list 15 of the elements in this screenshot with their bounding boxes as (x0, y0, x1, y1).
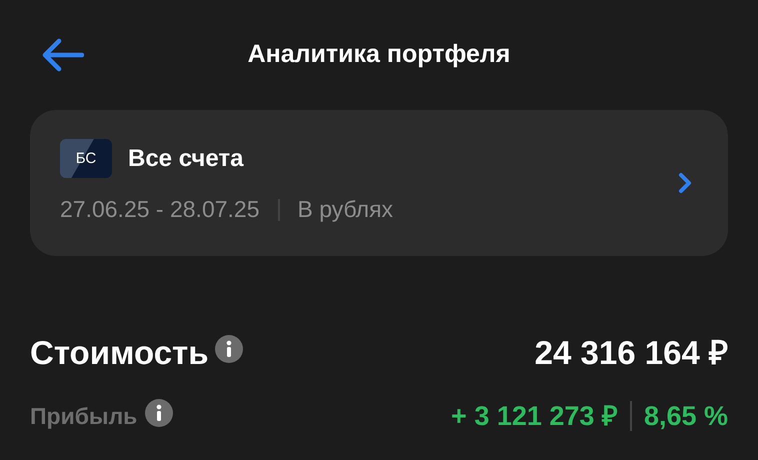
account-name: Все счета (128, 144, 244, 174)
account-card[interactable]: БС Все счета 27.06.25 - 28.07.25 В рублях (30, 110, 728, 256)
portfolio-value: 24 316 164 ₽ (534, 333, 728, 373)
info-icon[interactable] (214, 334, 243, 363)
profit-percent: 8,65 % (644, 400, 728, 432)
currency-label: В рублях (298, 195, 394, 224)
account-logo: БС (60, 139, 112, 178)
profit-label: Прибыль (30, 402, 138, 431)
value-label: Стоимость (30, 333, 209, 373)
screen-title: Аналитика портфеля (248, 39, 510, 70)
back-arrow-icon[interactable] (40, 38, 84, 72)
profit-amount: + 3 121 273 ₽ (451, 400, 618, 432)
info-icon[interactable] (145, 398, 174, 427)
chevron-right-icon (678, 172, 692, 194)
date-range: 27.06.25 - 28.07.25 (60, 195, 260, 224)
